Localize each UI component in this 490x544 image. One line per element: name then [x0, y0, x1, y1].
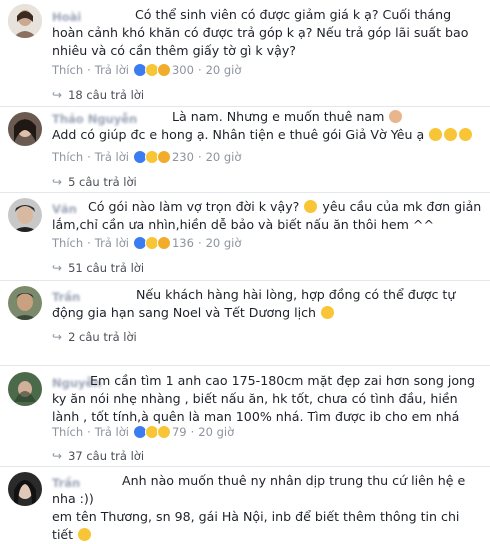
person-emoji-icon	[389, 110, 403, 123]
comment-time[interactable]: 20 giờ	[198, 425, 234, 439]
reaction-count[interactable]: 79	[172, 425, 187, 439]
separator-dot: ·	[197, 236, 202, 250]
comment-line-1: Nếu khách hàng hài lòng, hợp đồng có thể…	[52, 287, 456, 320]
avatar-photo-icon	[8, 198, 42, 232]
comment-text: Anh nào muốn thuê ny nhân dịp trung thu …	[52, 472, 482, 544]
reply-arrow-icon: ↪	[52, 88, 63, 102]
like-button[interactable]: Thích	[52, 425, 83, 439]
smile-emoji-icon	[459, 128, 473, 141]
avatar[interactable]	[8, 472, 42, 506]
view-replies-link[interactable]: ↪ 51 câu trả lời	[52, 261, 144, 275]
like-button[interactable]: Thích	[52, 63, 83, 77]
avatar-photo-icon	[8, 4, 42, 38]
separator-dot: ·	[197, 150, 202, 164]
wow-reaction-icon	[156, 236, 171, 250]
comment-text: Nếu khách hàng hài lòng, hợp đồng có thể…	[52, 286, 482, 322]
avatar[interactable]	[8, 198, 42, 232]
comment-text: Là nam. Nhưng e muốn thuê nam Add có giú…	[52, 108, 482, 144]
avatar-photo-icon	[8, 372, 42, 406]
comment-actions: Thích · Trả lời 230 · 20 giờ	[52, 150, 241, 164]
comment-time[interactable]: 20 giờ	[206, 236, 242, 250]
comment-actions: Thích · Trả lời 79 · 20 giờ	[52, 425, 234, 439]
reactions[interactable]	[132, 425, 171, 439]
replies-count[interactable]: 51 câu trả lời	[68, 261, 144, 275]
replies-count[interactable]: 18 câu trả lời	[68, 88, 144, 102]
reply-button[interactable]: Trả lời	[95, 236, 129, 250]
comment-text: Em cần tìm 1 anh cao 175-180cm mặt đẹp z…	[52, 373, 476, 424]
wow-reaction-icon	[156, 150, 171, 164]
comment-text: Có gói nào làm vợ trọn đời k vậy? yêu cầ…	[52, 198, 482, 234]
reply-arrow-icon: ↪	[52, 330, 63, 344]
sad-reaction-icon	[156, 425, 171, 439]
reply-button[interactable]: Trả lời	[95, 63, 129, 77]
comment-time[interactable]: 20 giờ	[206, 150, 242, 164]
wow-reaction-icon	[156, 63, 171, 77]
like-button[interactable]: Thích	[52, 236, 83, 250]
smile-emoji-icon	[444, 128, 458, 141]
reply-arrow-icon: ↪	[52, 175, 63, 189]
replies-count[interactable]: 5 câu trả lời	[68, 175, 137, 189]
hug-emoji-icon	[321, 306, 335, 319]
comment-line-2: Add có giúp đc e hong ạ. Nhân tiện e thu…	[52, 127, 425, 142]
reply-arrow-icon: ↪	[52, 449, 63, 463]
divider	[0, 106, 490, 107]
reaction-count[interactable]: 136	[172, 236, 194, 250]
like-button[interactable]: Thích	[52, 150, 83, 164]
reaction-count[interactable]: 230	[172, 150, 194, 164]
divider	[0, 192, 490, 193]
view-replies-link[interactable]: ↪ 18 câu trả lời	[52, 88, 144, 102]
avatar-photo-icon	[8, 286, 42, 320]
separator-dot: ·	[87, 425, 91, 439]
view-replies-link[interactable]: ↪ 2 câu trả lời	[52, 330, 137, 344]
separator-dot: ·	[197, 63, 202, 77]
replies-count[interactable]: 2 câu trả lời	[68, 330, 137, 344]
avatar[interactable]	[8, 372, 42, 406]
view-replies-link[interactable]: ↪ 37 câu trả lời	[52, 449, 144, 463]
avatar[interactable]	[8, 4, 42, 38]
comment-line-1: Có gói nào làm vợ trọn đời k vậy?	[88, 199, 300, 214]
reactions[interactable]	[132, 236, 171, 250]
separator-dot: ·	[87, 63, 91, 77]
reactions[interactable]	[132, 150, 171, 164]
avatar-photo-icon	[8, 112, 42, 146]
reply-arrow-icon: ↪	[52, 261, 63, 275]
divider	[0, 466, 490, 467]
divider	[0, 365, 490, 366]
reply-button[interactable]: Trả lời	[95, 425, 129, 439]
separator-dot: ·	[190, 425, 195, 439]
avatar[interactable]	[8, 286, 42, 320]
comment-line-1: Anh nào muốn thuê ny nhân dịp trung thu …	[52, 473, 466, 506]
laugh-emoji-icon	[78, 528, 92, 541]
comment-actions: Thích · Trả lời 300 · 20 giờ	[52, 63, 241, 77]
comment-text: Có thể sinh viên có được giảm giá k ạ? C…	[52, 7, 469, 58]
reactions[interactable]	[132, 63, 171, 77]
view-replies-link[interactable]: ↪ 5 câu trả lời	[52, 175, 137, 189]
divider	[0, 280, 490, 281]
reaction-count[interactable]: 300	[172, 63, 194, 77]
separator-dot: ·	[87, 150, 91, 164]
replies-count[interactable]: 37 câu trả lời	[68, 449, 144, 463]
avatar-photo-icon	[8, 472, 42, 506]
smile-emoji-icon	[304, 200, 318, 213]
reply-button[interactable]: Trả lời	[95, 150, 129, 164]
avatar[interactable]	[8, 112, 42, 146]
comment-line-1: Là nam. Nhưng e muốn thuê nam	[172, 109, 385, 124]
comment-actions: Thích · Trả lời 136 · 20 giờ	[52, 236, 241, 250]
smile-emoji-icon	[429, 128, 443, 141]
separator-dot: ·	[87, 236, 91, 250]
comment-time[interactable]: 20 giờ	[206, 63, 242, 77]
